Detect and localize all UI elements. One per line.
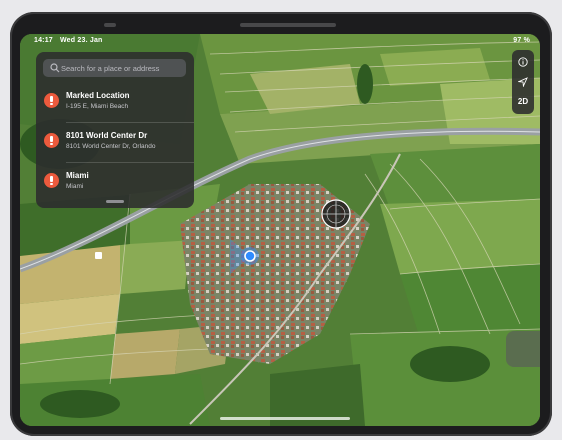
- result-subtitle: 8101 World Center Dr, Orlando: [66, 143, 156, 150]
- search-box[interactable]: [43, 59, 186, 77]
- pin-icon: [44, 133, 59, 148]
- result-row[interactable]: 8101 World Center Dr 8101 World Center D…: [36, 124, 194, 162]
- status-time: 14:17: [34, 37, 53, 44]
- result-row[interactable]: Miami Miami: [36, 164, 194, 202]
- search-icon: [50, 63, 60, 73]
- status-battery: 97 %: [513, 37, 530, 44]
- result-title: Miami: [66, 171, 89, 180]
- overlay-button[interactable]: [506, 331, 540, 367]
- result-title: Marked Location: [66, 91, 130, 100]
- location-arrow-icon: [517, 77, 528, 88]
- search-input[interactable]: [61, 61, 181, 75]
- search-panel: Marked Location I-195 E, Miami Beach 810…: [36, 52, 194, 208]
- power-button: [240, 23, 336, 27]
- pin-icon: [44, 93, 59, 108]
- home-indicator[interactable]: [220, 417, 350, 420]
- divider: [66, 162, 194, 163]
- compass-icon[interactable]: [321, 199, 351, 229]
- info-button[interactable]: [512, 52, 534, 72]
- result-subtitle: I-195 E, Miami Beach: [66, 103, 129, 110]
- status-date: Wed 23. Jan: [60, 37, 103, 44]
- result-subtitle: Miami: [66, 183, 84, 190]
- maps-screen: 14:17 Wed 23. Jan 97 % Marked Location I…: [20, 34, 540, 426]
- volume-button: [104, 23, 116, 27]
- result-row[interactable]: Marked Location I-195 E, Miami Beach: [36, 84, 194, 122]
- pin-icon: [44, 173, 59, 188]
- sheet-grabber[interactable]: [106, 200, 124, 203]
- locate-button[interactable]: [512, 72, 534, 92]
- map-mode-2d-button[interactable]: 2D: [512, 92, 534, 112]
- result-title: 8101 World Center Dr: [66, 131, 148, 140]
- divider: [66, 122, 194, 123]
- map-controls: 2D: [512, 50, 534, 114]
- road-shield-icon: [95, 252, 102, 259]
- info-icon: [518, 57, 528, 67]
